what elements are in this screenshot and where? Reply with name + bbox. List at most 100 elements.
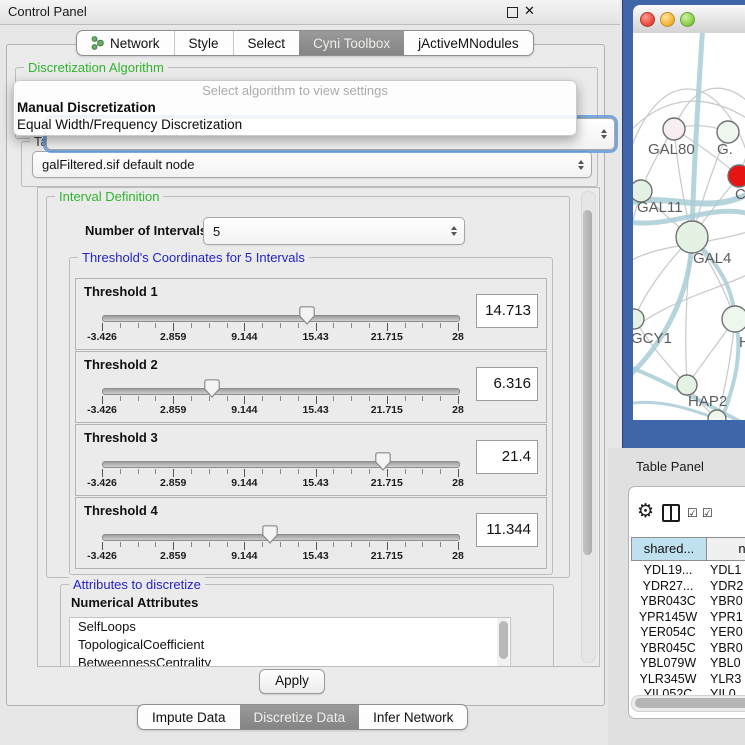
- apply-button[interactable]: Apply: [259, 669, 325, 694]
- network-node-gal4[interactable]: [676, 221, 708, 253]
- select-columns-icon[interactable]: ☑: [687, 506, 698, 520]
- cell-shared-name[interactable]: YBL079W: [631, 656, 705, 670]
- cell-name[interactable]: YLR3: [710, 672, 745, 686]
- slider-tick-label: 28: [428, 477, 488, 489]
- threshold-value-field[interactable]: 11.344: [476, 513, 538, 547]
- number-of-intervals-label: Number of Intervals: [85, 223, 207, 238]
- tab-cyni-toolbox[interactable]: Cyni Toolbox: [299, 31, 404, 55]
- tab-network[interactable]: Network: [77, 31, 174, 55]
- network-node-g[interactable]: [717, 121, 739, 143]
- attribute-item[interactable]: SelfLoops: [70, 618, 510, 636]
- slider-thumb[interactable]: [299, 306, 315, 325]
- tab-style[interactable]: Style: [174, 31, 233, 55]
- threshold-value-field[interactable]: 21.4: [476, 440, 538, 474]
- slider-tick-label: 21.715: [357, 404, 417, 416]
- cell-shared-name[interactable]: YBR045C: [631, 641, 705, 655]
- table-row[interactable]: YPR145W YPR1: [629, 610, 745, 626]
- table-row[interactable]: YER054C YER0: [629, 625, 745, 641]
- numerical-attributes-list[interactable]: SelfLoopsTopologicalCoefficientBetweenne…: [69, 617, 511, 667]
- control-panel-tab-bar: Network Style SelectCyni ToolboxjActiveMNo…: [76, 30, 534, 56]
- control-panel-titlebar: Control Panel ✕: [0, 0, 620, 25]
- network-node-c[interactable]: [728, 165, 745, 187]
- cell-shared-name[interactable]: YDL19...: [631, 563, 705, 577]
- cell-shared-name[interactable]: YPR145W: [631, 610, 705, 624]
- network-node-h[interactable]: [722, 306, 745, 332]
- slider-track[interactable]: [102, 534, 460, 541]
- table-row[interactable]: YDL19... YDL1: [629, 563, 745, 579]
- slider-tick-label: 9.144: [214, 477, 274, 489]
- slider-thumb[interactable]: [204, 379, 220, 398]
- network-canvas[interactable]: GAL80G.CGAL11GAL4GCY1HHAP2: [633, 33, 745, 420]
- attribute-item[interactable]: BetweennessCentrality: [70, 654, 510, 667]
- slider-track[interactable]: [102, 388, 460, 395]
- algorithm-dropdown-popup: Select algorithm to view settings Manual…: [13, 80, 577, 136]
- number-of-intervals-combobox[interactable]: 5: [203, 217, 465, 245]
- algorithm-option-equal-width-frequency-discretization[interactable]: Equal Width/Frequency Discretization: [14, 116, 576, 133]
- zoom-traffic-light-icon[interactable]: [680, 12, 695, 27]
- cell-name[interactable]: YDR2: [710, 579, 745, 593]
- cell-name[interactable]: YBL0: [710, 656, 745, 670]
- node-label: GAL4: [693, 250, 731, 267]
- node-table: ⚙ ☑ ☑ shared... n YDL19...YDL1YDR27...YD…: [628, 486, 745, 719]
- slider-thumb[interactable]: [375, 452, 391, 471]
- slider-tick-label: 2.859: [143, 331, 203, 343]
- network-edge[interactable]: [634, 319, 687, 385]
- tab-discretize-data[interactable]: Discretize Data: [240, 705, 360, 729]
- threshold-value-field[interactable]: 6.316: [476, 367, 538, 401]
- attribute-item[interactable]: TopologicalCoefficient: [70, 636, 510, 654]
- slider-thumb[interactable]: [262, 525, 278, 544]
- settings-scrollbar[interactable]: [581, 191, 596, 663]
- column-header-name[interactable]: n: [706, 537, 745, 561]
- horizontal-scrollbar[interactable]: [631, 695, 745, 712]
- cell-shared-name[interactable]: YLR345W: [631, 672, 705, 686]
- algorithm-prompt-item[interactable]: Select algorithm to view settings: [14, 83, 576, 99]
- network-window-titlebar[interactable]: [633, 5, 745, 34]
- network-node-gcy1[interactable]: [633, 309, 644, 329]
- column-header-shared-name[interactable]: shared...: [631, 537, 707, 561]
- algorithm-option-manual-discretization[interactable]: Manual Discretization: [14, 99, 576, 116]
- slider-tick-label: 15.43: [286, 404, 346, 416]
- minimize-traffic-light-icon[interactable]: [660, 12, 675, 27]
- thresholds-title: Threshold's Coordinates for 5 Intervals: [78, 250, 309, 265]
- cell-name[interactable]: YPR1: [710, 610, 745, 624]
- table-row[interactable]: YDR27... YDR2: [629, 579, 745, 595]
- threshold-label: Threshold 3: [84, 430, 158, 445]
- control-panel-title: Control Panel: [8, 4, 87, 19]
- close-traffic-light-icon[interactable]: [640, 12, 655, 27]
- slider-track[interactable]: [102, 315, 460, 322]
- table-row[interactable]: YLR345W YLR3: [629, 672, 745, 688]
- column-layout-icon[interactable]: [662, 504, 680, 522]
- network-node-hap2[interactable]: [677, 375, 697, 395]
- table-row[interactable]: YBL079W YBL0: [629, 656, 745, 672]
- cell-shared-name[interactable]: YBR043C: [631, 594, 705, 608]
- table-data-combobox[interactable]: galFiltered.sif default node: [32, 151, 592, 178]
- tab-select[interactable]: Select: [233, 31, 300, 55]
- tab-jactivemnodules[interactable]: jActiveMNodules: [404, 31, 533, 55]
- cell-name[interactable]: YER0: [710, 625, 745, 639]
- number-of-intervals-value: 5: [213, 224, 220, 239]
- tab-impute-data[interactable]: Impute Data: [138, 705, 240, 729]
- tab-infer-network[interactable]: Infer Network: [359, 705, 467, 729]
- node-label: HAP2: [688, 393, 727, 410]
- threshold-label: Threshold 4: [84, 503, 158, 518]
- float-window-icon[interactable]: [507, 7, 518, 18]
- tab-label: Style: [189, 36, 219, 51]
- slider-track[interactable]: [102, 461, 460, 468]
- table-row[interactable]: YBR043C YBR0: [629, 594, 745, 610]
- cell-name[interactable]: YDL1: [710, 563, 745, 577]
- gear-icon[interactable]: ⚙: [637, 500, 654, 523]
- close-icon[interactable]: ✕: [524, 3, 535, 19]
- cell-name[interactable]: YBR0: [710, 641, 745, 655]
- cell-shared-name[interactable]: YER054C: [631, 625, 705, 639]
- list-scrollbar[interactable]: [497, 618, 509, 667]
- network-node-gal80[interactable]: [663, 118, 685, 140]
- node-label: GCY1: [633, 330, 672, 347]
- cell-shared-name[interactable]: YDR27...: [631, 579, 705, 593]
- threshold-value-field[interactable]: 14.713: [476, 294, 538, 328]
- select-all-icon[interactable]: ☑: [702, 506, 713, 520]
- cell-name[interactable]: YBR0: [710, 594, 745, 608]
- cyni-mode-tab-bar: Impute DataDiscretize DataInfer Network: [137, 704, 468, 730]
- threshold-1-box: Threshold 1-3.4262.8599.14415.4321.71528…: [75, 278, 547, 350]
- table-row[interactable]: YBR045C YBR0: [629, 641, 745, 657]
- slider-tick-label: 28: [428, 331, 488, 343]
